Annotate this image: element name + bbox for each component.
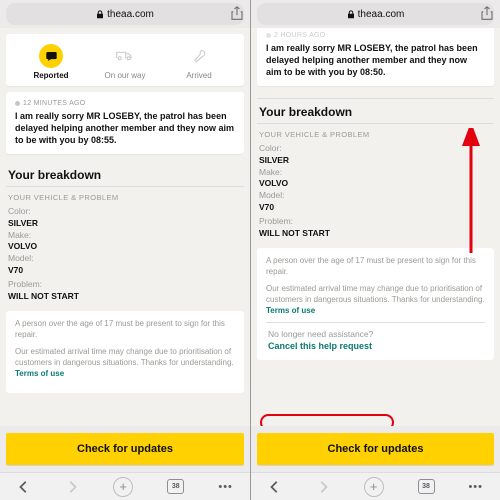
age-note: A person over the age of 17 must be pres… [15,319,235,341]
share-icon[interactable] [231,6,243,21]
annotation-circle [260,414,394,426]
problem-label: Problem: [8,279,42,289]
browser-nav: + 38 ••• [0,472,250,500]
problem-value: WILL NOT START [8,291,79,301]
url-host: theaa.com [358,9,405,20]
cancel-request-link[interactable]: Cancel this help request [268,341,483,351]
url-pill[interactable]: theaa.com [6,3,244,25]
more-icon[interactable]: ••• [468,481,483,493]
model-value: V70 [8,265,23,275]
lock-icon [96,10,104,19]
url-bar: theaa.com [0,0,250,28]
eta-note: Our estimated arrival time may change du… [15,347,235,379]
model-label: Model: [259,190,285,200]
vehicle-sub: YOUR VEHICLE & PROBLEM [8,193,242,202]
make-label: Make: [8,230,31,240]
model-label: Model: [8,253,34,263]
check-updates-button[interactable]: Check for updates [6,433,244,465]
color-value: SILVER [8,218,38,228]
new-tab-button[interactable]: + [364,477,384,497]
notes-card: A person over the age of 17 must be pres… [6,311,244,393]
breakdown-title: Your breakdown [8,168,242,182]
wrench-icon [187,44,211,68]
status-message-card: 12 MINUTES AGO I am really sorry MR LOSE… [6,92,244,154]
url-pill[interactable]: theaa.com [257,3,494,25]
chat-icon [39,44,63,68]
tabs-button[interactable]: 38 [167,479,184,494]
browser-nav: + 38 ••• [251,472,500,500]
eta-note: Our estimated arrival time may change du… [266,284,485,316]
breakdown-title: Your breakdown [259,105,492,119]
truck-icon [113,44,137,68]
tabs-button[interactable]: 38 [418,479,435,494]
notes-card: A person over the age of 17 must be pres… [257,248,494,360]
check-updates-button[interactable]: Check for updates [257,433,494,465]
terms-link[interactable]: Terms of use [266,306,315,315]
url-bar: theaa.com [251,0,500,28]
back-icon[interactable] [268,480,282,494]
forward-icon [65,480,79,494]
problem-value: WILL NOT START [259,228,330,238]
problem-label: Problem: [259,216,293,226]
status-message: I am really sorry MR LOSEBY, the patrol … [266,42,485,78]
color-label: Color: [259,143,282,153]
more-icon[interactable]: ••• [218,481,233,493]
share-icon[interactable] [481,6,493,21]
new-tab-button[interactable]: + [113,477,133,497]
step-onourway-label: On our way [88,71,162,80]
forward-icon [316,480,330,494]
step-arrived-label: Arrived [162,71,236,80]
url-host: theaa.com [107,9,154,20]
back-icon[interactable] [17,480,31,494]
step-reported-label: Reported [14,71,88,80]
make-label: Make: [259,167,282,177]
vehicle-sub: YOUR VEHICLE & PROBLEM [259,130,492,139]
model-value: V70 [259,202,274,212]
lock-icon [347,10,355,19]
status-message-card: 2 HOURS AGO I am really sorry MR LOSEBY,… [257,28,494,86]
terms-link[interactable]: Terms of use [15,369,64,378]
status-timestamp: 12 MINUTES AGO [15,100,235,107]
color-label: Color: [8,206,31,216]
age-note: A person over the age of 17 must be pres… [266,256,485,278]
make-value: VOLVO [259,178,288,188]
color-value: SILVER [259,155,289,165]
status-message: I am really sorry MR LOSEBY, the patrol … [15,110,235,146]
cancel-question: No longer need assistance? [268,329,483,339]
make-value: VOLVO [8,241,37,251]
progress-stepper: Reported On our way Arrived [10,38,240,84]
status-timestamp: 2 HOURS AGO [266,32,485,39]
